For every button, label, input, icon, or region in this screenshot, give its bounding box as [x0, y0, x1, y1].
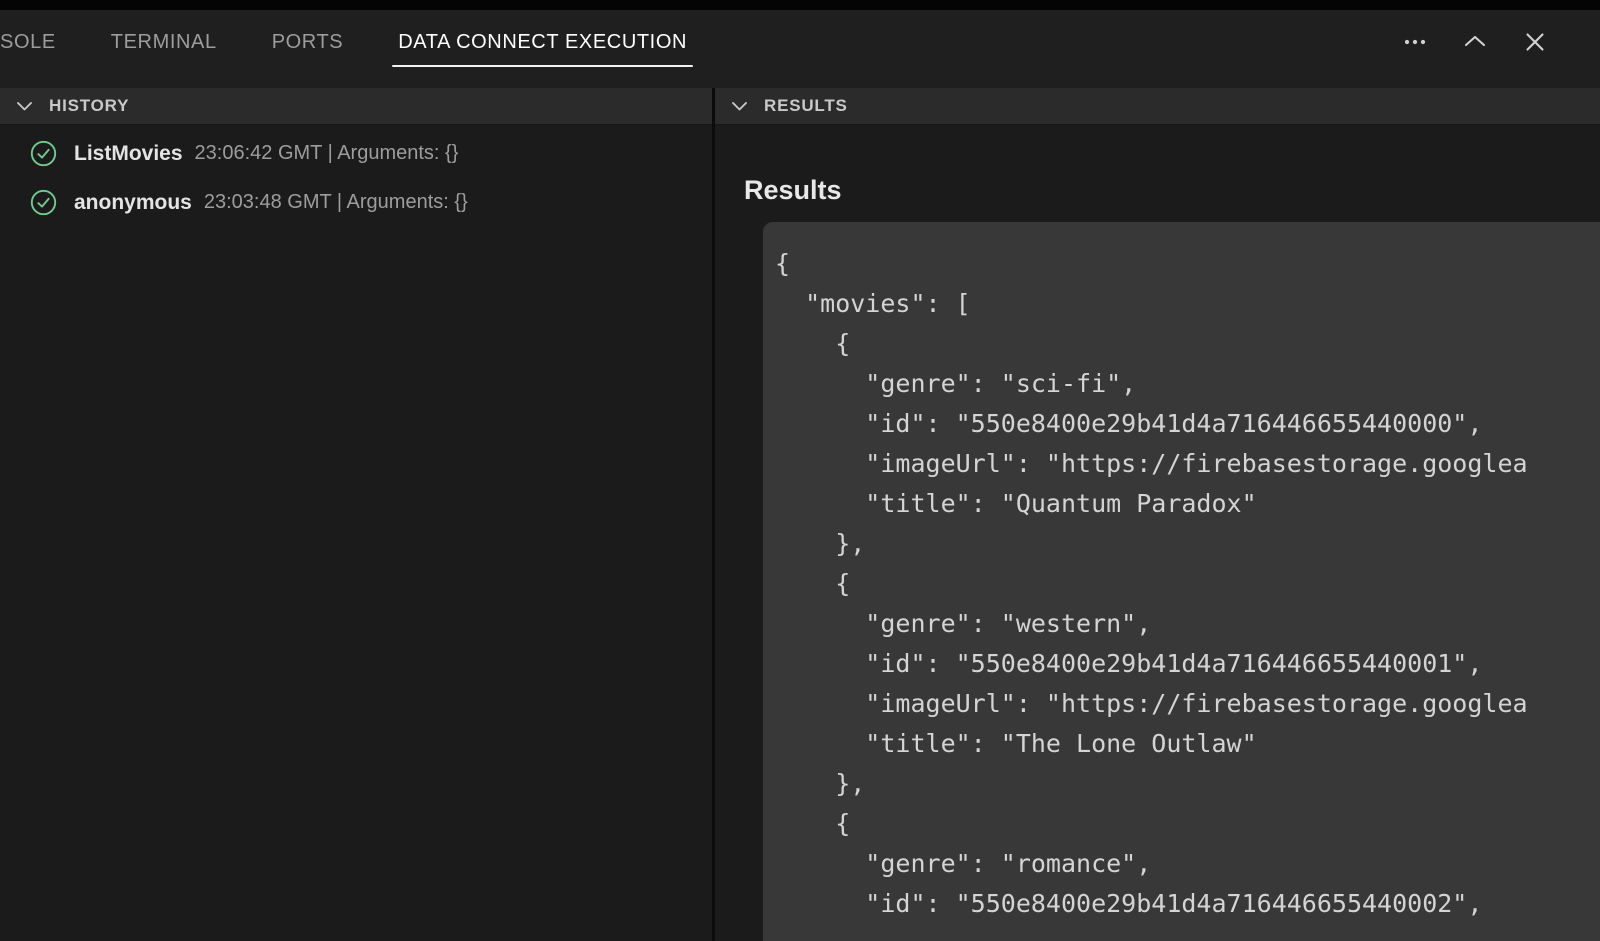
- success-check-icon: [30, 189, 57, 216]
- results-section-header[interactable]: RESULTS: [715, 88, 1600, 125]
- ellipsis-icon: [1403, 30, 1427, 54]
- maximize-panel-button[interactable]: [1457, 25, 1492, 60]
- panel-tabbar: SOLE TERMINAL PORTS DATA CONNECT EXECUTI…: [0, 10, 1600, 88]
- history-item-meta: 23:03:48 GMT | Arguments: {}: [204, 191, 468, 214]
- results-body: Results { "movies": [ { "genre": "sci-fi…: [715, 125, 1600, 941]
- results-json-output: { "movies": [ { "genre": "sci-fi", "id":…: [763, 222, 1600, 941]
- history-item[interactable]: anonymous 23:03:48 GMT | Arguments: {}: [0, 178, 712, 227]
- history-item[interactable]: ListMovies 23:06:42 GMT | Arguments: {}: [0, 129, 712, 178]
- history-list: ListMovies 23:06:42 GMT | Arguments: {} …: [0, 125, 712, 227]
- data-connect-execution-panel: SOLE TERMINAL PORTS DATA CONNECT EXECUTI…: [0, 0, 1600, 941]
- panel-tabs: SOLE TERMINAL PORTS DATA CONNECT EXECUTI…: [0, 31, 687, 54]
- panel-tab[interactable]: DATA CONNECT EXECUTION: [398, 31, 687, 54]
- chevron-down-icon: [15, 97, 34, 116]
- history-section-title: HISTORY: [49, 96, 129, 116]
- panel-tab[interactable]: SOLE: [0, 31, 56, 54]
- close-panel-button[interactable]: [1517, 25, 1552, 60]
- panel-content: HISTORY ListMovies 23:06:42 GMT | Argume…: [0, 88, 1600, 941]
- panel-tab[interactable]: TERMINAL: [111, 31, 217, 54]
- success-check-icon: [30, 140, 57, 167]
- chevron-up-icon: [1463, 30, 1487, 54]
- history-panel: HISTORY ListMovies 23:06:42 GMT | Argume…: [0, 88, 712, 941]
- close-icon: [1523, 30, 1547, 54]
- history-section-header[interactable]: HISTORY: [0, 88, 712, 125]
- results-heading: Results: [744, 175, 842, 206]
- panel-actions: [1397, 25, 1552, 60]
- history-item-meta: 23:06:42 GMT | Arguments: {}: [195, 142, 459, 165]
- more-actions-button[interactable]: [1397, 25, 1432, 60]
- history-item-name: anonymous: [74, 191, 192, 215]
- results-panel: RESULTS Results { "movies": [ { "genre":…: [715, 88, 1600, 941]
- history-item-name: ListMovies: [74, 142, 183, 166]
- editor-edge-strip: [0, 0, 1600, 10]
- panel-tab[interactable]: PORTS: [272, 31, 344, 54]
- chevron-down-icon: [730, 97, 749, 116]
- results-section-title: RESULTS: [764, 96, 848, 116]
